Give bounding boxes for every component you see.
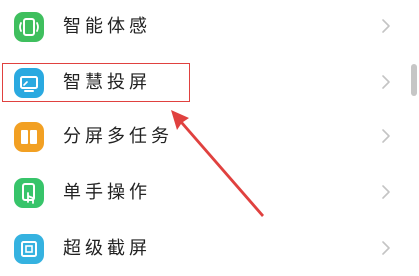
- settings-item-label: 超级截屏: [63, 238, 151, 259]
- settings-item-label: 智能体感: [63, 16, 151, 37]
- settings-item-split-screen[interactable]: 分屏多任务: [0, 110, 419, 164]
- settings-item-one-hand[interactable]: 单手操作: [0, 166, 419, 220]
- settings-item-label: 单手操作: [63, 182, 151, 203]
- chevron-right-icon: [380, 237, 392, 259]
- highlight-box: [2, 63, 190, 102]
- chevron-right-icon: [380, 125, 392, 147]
- one-hand-icon: [14, 178, 44, 208]
- chevron-right-icon: [380, 181, 392, 203]
- settings-item-smart-motion[interactable]: 智能体感: [0, 0, 419, 54]
- settings-item-label: 分屏多任务: [63, 126, 173, 147]
- screenshot-icon: [14, 234, 44, 264]
- chevron-right-icon: [380, 71, 392, 93]
- chevron-right-icon: [380, 15, 392, 37]
- scrollbar-thumb[interactable]: [411, 64, 417, 96]
- phone-motion-icon: [14, 12, 44, 42]
- settings-list: 智能体感 智慧投屏 分屏多任务 单手操作 超级截屏: [0, 0, 419, 268]
- split-screen-icon: [14, 122, 44, 152]
